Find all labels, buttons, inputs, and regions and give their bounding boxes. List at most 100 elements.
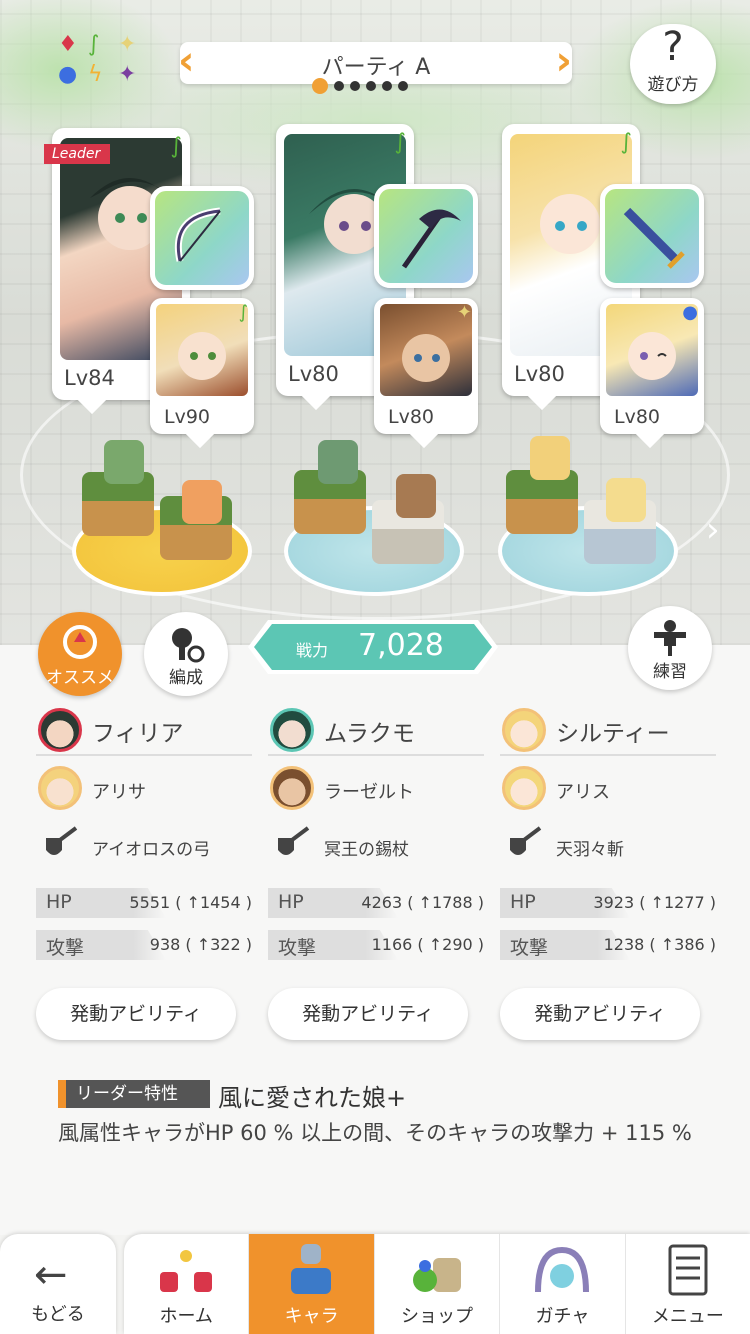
wind-element-icon: ∫ bbox=[394, 130, 406, 155]
attack-stat: 攻撃 938 ( ↑322 ) bbox=[36, 930, 252, 960]
practice-label: 練習 bbox=[653, 662, 687, 682]
avatar bbox=[502, 708, 546, 752]
question-icon: ? bbox=[662, 24, 684, 70]
weapon-name: 天羽々斬 bbox=[556, 840, 624, 860]
page-dot[interactable] bbox=[366, 81, 376, 91]
hp-value: 3923 ( ↑1277 ) bbox=[593, 893, 716, 912]
weapon-name: アイオロスの弓 bbox=[92, 840, 211, 860]
water-icon: ● bbox=[58, 62, 78, 87]
party-page-dots bbox=[312, 78, 408, 94]
wind-element-icon: ∫ bbox=[170, 134, 182, 159]
sub-character-name: アリサ bbox=[92, 782, 146, 803]
attack-stat: 攻撃 1238 ( ↑386 ) bbox=[500, 930, 716, 960]
weapon-row[interactable]: 冥王の錫杖 bbox=[268, 818, 484, 876]
hp-value: 4263 ( ↑1788 ) bbox=[361, 893, 484, 912]
water-element-icon: ● bbox=[682, 302, 698, 323]
back-arrow-icon: ← bbox=[34, 1252, 68, 1298]
leader-skill-name: 風に愛された娘+ bbox=[218, 1084, 407, 1112]
sub-character-name: アリス bbox=[556, 782, 610, 803]
character-sprite bbox=[104, 440, 144, 484]
page-dot[interactable] bbox=[350, 81, 360, 91]
attack-value: 938 ( ↑322 ) bbox=[149, 935, 252, 954]
character-sprite bbox=[530, 436, 570, 480]
back-label: もどる bbox=[31, 1304, 85, 1325]
practice-button[interactable]: 練習 bbox=[628, 606, 712, 690]
sub-character-card[interactable]: ∫ Lv90 bbox=[150, 298, 254, 449]
team-power-badge: 戦力 7,028 bbox=[248, 620, 498, 674]
tab-gacha[interactable]: ガチャ bbox=[500, 1234, 626, 1334]
gacha-orb-icon bbox=[535, 1246, 590, 1293]
ability-button[interactable]: 発動アビリティ bbox=[36, 988, 236, 1040]
sub-character-card[interactable]: ● Lv80 bbox=[600, 298, 704, 449]
character-name-row[interactable]: ムラクモ bbox=[268, 700, 484, 756]
character-level: Lv80 bbox=[514, 362, 565, 386]
character-level: Lv84 bbox=[64, 366, 115, 390]
sword-weapon-icon[interactable] bbox=[600, 184, 704, 288]
sub-character-row[interactable]: ラーゼルト bbox=[268, 756, 484, 818]
sub-character-row[interactable]: アリス bbox=[500, 756, 716, 818]
page-dot[interactable] bbox=[312, 78, 328, 94]
tab-label: キャラ bbox=[284, 1306, 339, 1327]
recommend-icon bbox=[63, 625, 97, 659]
leader-skill-tag: リーダー特性 bbox=[58, 1080, 210, 1108]
hp-label: HP bbox=[46, 891, 72, 913]
character-sprite bbox=[396, 474, 436, 518]
hp-stat: HP 3923 ( ↑1277 ) bbox=[500, 888, 716, 918]
power-value: 7,028 bbox=[358, 628, 444, 663]
weapon-row[interactable]: 天羽々斬 bbox=[500, 818, 716, 876]
power-label: 戦力 bbox=[296, 641, 329, 660]
fire-icon: ♦ bbox=[58, 32, 78, 57]
ability-button[interactable]: 発動アビリティ bbox=[500, 988, 700, 1040]
tab-bar: ホーム キャラ ショップ ガチャ メニュー bbox=[124, 1234, 750, 1334]
page-dot[interactable] bbox=[382, 81, 392, 91]
back-button[interactable]: ← もどる bbox=[0, 1234, 116, 1334]
avatar bbox=[270, 766, 314, 810]
sub-character-row[interactable]: アリサ bbox=[36, 756, 252, 818]
gear-search-icon bbox=[172, 628, 205, 663]
menu-list-icon bbox=[668, 1244, 708, 1296]
wind-element-icon: ∫ bbox=[620, 130, 632, 155]
ability-button[interactable]: 発動アビリティ bbox=[268, 988, 468, 1040]
wind-element-icon: ∫ bbox=[238, 302, 248, 323]
leader-skill-description: 風属性キャラがHP 60 % 以上の間、そのキャラの攻撃力 + 115 % bbox=[58, 1121, 692, 1145]
avatar bbox=[38, 708, 82, 752]
bottom-nav: ← もどる ホーム キャラ ショップ ガチャ メニュー bbox=[0, 1230, 750, 1334]
next-chevron-icon[interactable]: › bbox=[706, 510, 720, 550]
character-name: ムラクモ bbox=[324, 721, 415, 747]
tab-shop[interactable]: ショップ bbox=[375, 1234, 501, 1334]
wind-icon: ∫ bbox=[88, 32, 100, 57]
weapon-shield-icon bbox=[510, 826, 542, 855]
scythe-weapon-icon[interactable] bbox=[374, 184, 478, 288]
hp-stat: HP 4263 ( ↑1788 ) bbox=[268, 888, 484, 918]
attack-stat: 攻撃 1166 ( ↑290 ) bbox=[268, 930, 484, 960]
tab-chara[interactable]: キャラ bbox=[249, 1234, 375, 1334]
tab-label: ガチャ bbox=[535, 1306, 590, 1327]
bow-weapon-icon[interactable] bbox=[150, 186, 254, 290]
character-name: シルティー bbox=[556, 721, 670, 747]
character-sprite bbox=[318, 440, 358, 484]
hp-label: HP bbox=[278, 891, 304, 913]
hp-value: 5551 ( ↑1454 ) bbox=[129, 893, 252, 912]
sub-character-name: ラーゼルト bbox=[324, 782, 414, 803]
page-dot[interactable] bbox=[398, 81, 408, 91]
tab-home[interactable]: ホーム bbox=[124, 1234, 250, 1334]
character-column: ムラクモ ラーゼルト 冥王の錫杖 HP 4263 ( ↑1788 ) 攻撃 11… bbox=[268, 700, 484, 960]
character-name-row[interactable]: フィリア bbox=[36, 700, 252, 756]
character-name-row[interactable]: シルティー bbox=[500, 700, 716, 756]
recommend-label: オススメ bbox=[46, 668, 114, 688]
help-button[interactable]: ? 遊び方 bbox=[630, 24, 716, 104]
weapon-name: 冥王の錫杖 bbox=[324, 840, 409, 860]
tab-menu[interactable]: メニュー bbox=[626, 1234, 750, 1334]
shop-bag-icon bbox=[412, 1258, 461, 1292]
weapon-row[interactable]: アイオロスの弓 bbox=[36, 818, 252, 876]
next-party-chevron-icon[interactable]: › bbox=[556, 40, 572, 82]
help-label: 遊び方 bbox=[647, 75, 699, 95]
party-scene: ♦ ∫ ✦ ● ϟ ✦ ‹ パーティ A › ? 遊び方 Leader ∫ Lv… bbox=[0, 0, 750, 645]
page-dot[interactable] bbox=[334, 81, 344, 91]
weapon-shield-icon bbox=[278, 826, 310, 855]
sub-character-card[interactable]: ✦ Lv80 bbox=[374, 298, 478, 449]
hp-label: HP bbox=[510, 891, 536, 913]
attack-value: 1166 ( ↑290 ) bbox=[371, 935, 484, 954]
formation-button[interactable]: 編成 bbox=[144, 612, 228, 696]
recommend-button[interactable]: オススメ bbox=[38, 612, 122, 696]
